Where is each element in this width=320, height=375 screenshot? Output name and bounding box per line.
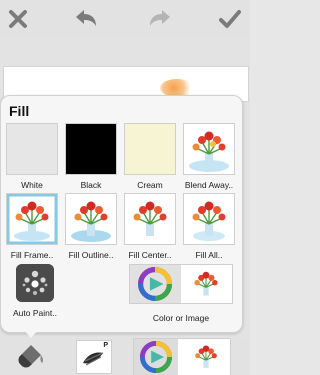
image-fill-thumbnail[interactable] xyxy=(181,265,232,303)
color-or-image-pair xyxy=(129,264,233,304)
fill-option-fill-center[interactable]: Fill Center.. xyxy=(124,193,176,263)
color-wheel-icon[interactable] xyxy=(130,265,181,303)
fill-option-label: Black xyxy=(80,180,102,190)
fill-option-fill-all[interactable]: Fill All.. xyxy=(183,193,235,263)
fill-option-label: Blend Away.. xyxy=(184,180,234,190)
fill-option-black[interactable]: Black xyxy=(65,123,117,193)
white-swatch xyxy=(6,123,58,175)
fill-option-cream[interactable]: Cream xyxy=(124,123,176,193)
flower-thumbnail xyxy=(65,193,117,245)
undo-icon[interactable] xyxy=(72,5,100,33)
fill-option-label: Fill All.. xyxy=(195,250,223,260)
auto-paint-icon xyxy=(16,264,54,302)
brush-badge: P xyxy=(103,342,108,349)
fill-option-fill-frame[interactable]: Fill Frame.. xyxy=(6,193,58,263)
auto-paint-label: Auto Paint.. xyxy=(13,308,57,318)
flower-thumbnail xyxy=(183,193,235,245)
fill-option-fill-outline[interactable]: Fill Outline.. xyxy=(65,193,117,263)
brush-button[interactable]: P xyxy=(76,340,112,374)
black-swatch xyxy=(65,123,117,175)
current-fill-selector[interactable] xyxy=(133,338,231,375)
fill-option-blend-away[interactable]: Blend Away.. xyxy=(183,123,235,193)
fill-option-label: Fill Outline.. xyxy=(68,250,114,260)
cream-swatch xyxy=(124,123,176,175)
app-window: Fill White Black Cream Blend Away.. Fill… xyxy=(0,0,250,375)
image-fill-thumbnail[interactable] xyxy=(182,339,230,375)
top-toolbar xyxy=(0,0,250,38)
panel-pointer-arrow xyxy=(24,330,38,338)
bottom-toolbar: P xyxy=(0,338,250,375)
color-or-image-label: Color or Image xyxy=(152,313,210,323)
fill-option-label: Fill Frame.. xyxy=(10,250,54,260)
flower-thumbnail xyxy=(183,123,235,175)
flower-thumbnail xyxy=(124,193,176,245)
color-or-image-selector[interactable]: Color or Image xyxy=(129,264,233,324)
paint-bucket-icon[interactable] xyxy=(14,340,46,372)
panel-title: Fill xyxy=(9,103,30,119)
fill-panel: Fill White Black Cream Blend Away.. Fill… xyxy=(0,95,243,333)
auto-paint-button[interactable]: Auto Paint.. xyxy=(7,264,63,324)
fill-option-label: Fill Center.. xyxy=(128,250,172,260)
color-wheel-icon[interactable] xyxy=(134,339,178,375)
close-icon[interactable] xyxy=(4,5,32,33)
flower-thumbnail xyxy=(6,193,58,245)
checkmark-icon[interactable] xyxy=(216,5,244,33)
redo-icon[interactable] xyxy=(146,5,174,33)
fill-option-label: Cream xyxy=(137,180,163,190)
fill-option-white[interactable]: White xyxy=(6,123,58,193)
fill-option-label: White xyxy=(21,180,43,190)
